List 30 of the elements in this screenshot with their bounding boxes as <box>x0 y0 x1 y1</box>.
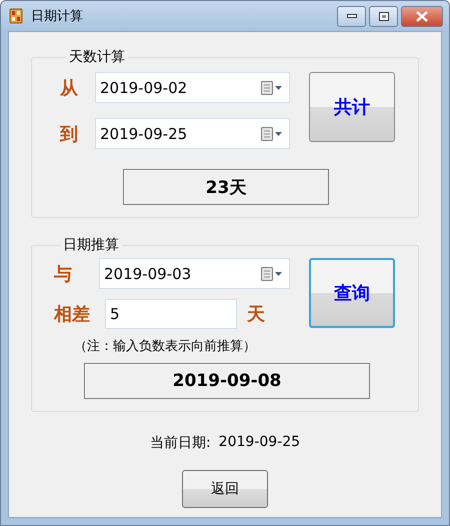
result-display: 23天 <box>123 169 329 205</box>
query-button[interactable]: 查询 <box>309 258 395 328</box>
date-picker[interactable]: 2019-09-03 <box>99 258 290 289</box>
date-picker[interactable]: 2019-09-25 <box>95 118 290 149</box>
hint-text: （注：输入负数表示向前推算） <box>74 338 257 355</box>
result-display: 2019-09-08 <box>84 363 370 399</box>
days-input[interactable]: 5 <box>105 299 237 329</box>
field-label: 到 <box>60 122 79 146</box>
current-date-label: 当前日期: <box>150 434 211 452</box>
calendar-dropdown-icon[interactable] <box>261 80 283 94</box>
calendar-dropdown-icon[interactable] <box>261 126 283 140</box>
unit-label: 天 <box>247 303 265 326</box>
group-title: 天数计算 <box>68 48 126 66</box>
field-label: 从 <box>60 76 79 100</box>
window-title: 日期计算 <box>31 8 84 25</box>
group-title: 日期推算 <box>62 236 120 254</box>
maximize-button[interactable] <box>369 6 398 26</box>
minimize-button[interactable] <box>337 6 366 26</box>
back-button[interactable]: 返回 <box>182 470 268 508</box>
app-icon <box>9 8 23 24</box>
field-label: 与 <box>54 262 73 286</box>
close-icon <box>416 10 428 22</box>
close-button[interactable] <box>401 6 443 26</box>
current-date-value: 2019-09-25 <box>218 434 300 452</box>
minimize-icon <box>346 14 356 18</box>
maximize-icon <box>378 12 388 20</box>
calendar-dropdown-icon[interactable] <box>261 266 283 280</box>
date-picker[interactable]: 2019-09-02 <box>95 72 290 103</box>
total-button[interactable]: 共计 <box>309 72 395 142</box>
field-label: 相差 <box>54 303 91 326</box>
